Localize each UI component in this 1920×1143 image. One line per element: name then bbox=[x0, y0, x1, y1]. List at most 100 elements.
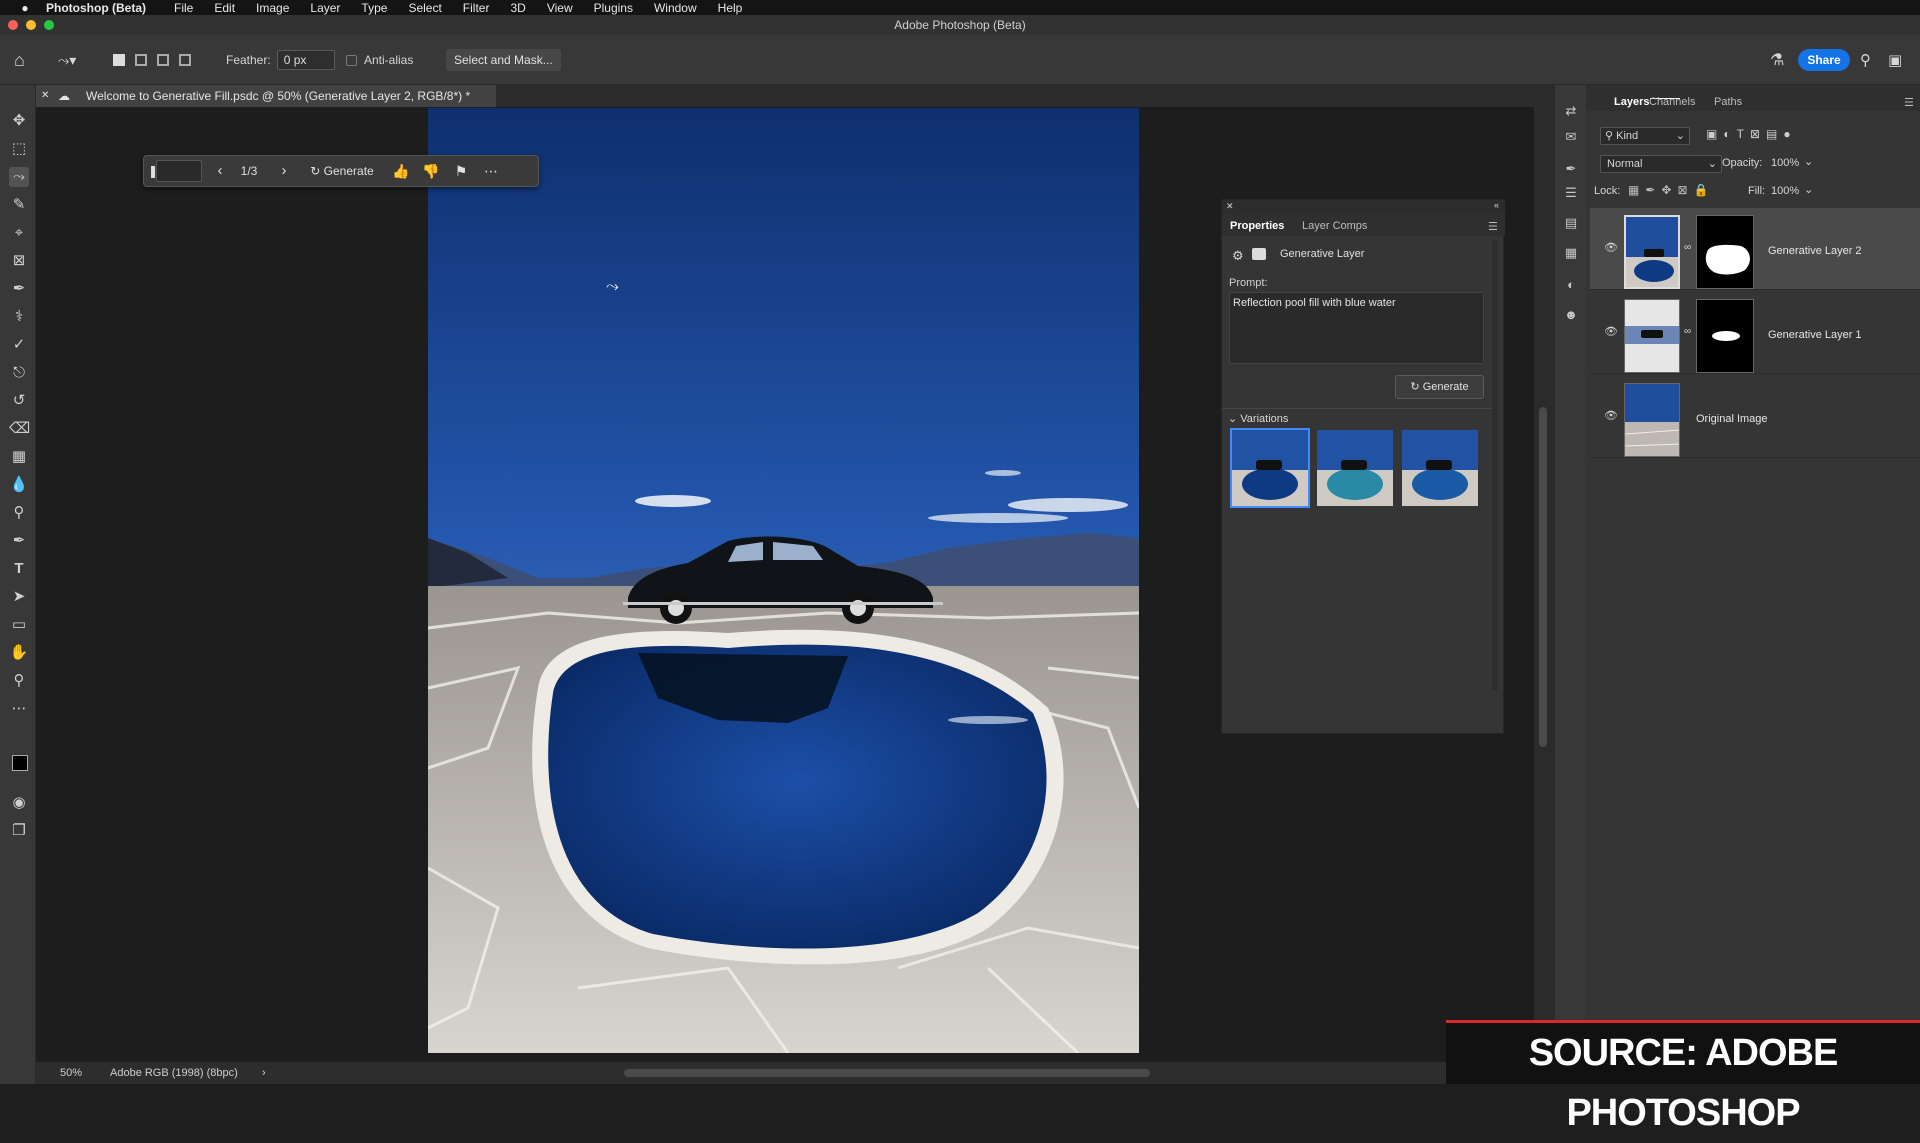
menu-filter[interactable]: Filter bbox=[463, 1, 490, 15]
history-brush-tool-icon[interactable]: ↺ bbox=[9, 391, 29, 411]
document-image[interactable] bbox=[428, 108, 1139, 1053]
workspace-icon[interactable]: ▣ bbox=[1888, 35, 1902, 85]
prompt-textarea[interactable]: Reflection pool fill with blue water bbox=[1229, 292, 1484, 364]
quick-selection-tool-icon[interactable]: ✎ bbox=[9, 195, 29, 215]
menu-view[interactable]: View bbox=[547, 1, 573, 15]
paragraph-panel-icon[interactable]: ▦ bbox=[1563, 245, 1579, 261]
variation-thumbnail-3[interactable] bbox=[1402, 430, 1478, 506]
lasso-tool-icon[interactable]: ⤳ bbox=[9, 167, 29, 187]
lock-transparent-icon[interactable]: ▦ bbox=[1628, 183, 1645, 197]
fill-chevron-icon[interactable]: ⌄ bbox=[1804, 183, 1813, 196]
layer-name[interactable]: Generative Layer 2 bbox=[1768, 245, 1862, 257]
variation-thumbnail-2[interactable] bbox=[1317, 430, 1393, 506]
clone-stamp-tool-icon[interactable]: ⎋ bbox=[9, 363, 29, 383]
lock-image-icon[interactable]: ✒ bbox=[1645, 183, 1661, 197]
rectangle-tool-icon[interactable]: ▭ bbox=[9, 615, 29, 635]
drag-handle-icon[interactable]: ❚ bbox=[148, 156, 158, 186]
intersect-selection-icon[interactable] bbox=[179, 54, 191, 66]
link-icon[interactable]: ∞ bbox=[1684, 326, 1691, 337]
color-panel-icon[interactable]: ◐ bbox=[1563, 277, 1579, 293]
panel-menu-icon[interactable]: ☰ bbox=[1488, 220, 1498, 233]
vertical-scroll-thumb[interactable] bbox=[1539, 407, 1547, 747]
link-icon[interactable]: ∞ bbox=[1684, 242, 1691, 253]
eraser-tool-icon[interactable]: ⌫ bbox=[9, 419, 30, 439]
menu-3d[interactable]: 3D bbox=[510, 1, 525, 15]
menu-image[interactable]: Image bbox=[256, 1, 289, 15]
history-panel-icon[interactable]: ⇄ bbox=[1563, 103, 1579, 119]
filter-adjustment-icon[interactable]: ◐ bbox=[1723, 127, 1736, 141]
healing-brush-tool-icon[interactable]: ⚕ bbox=[9, 307, 29, 327]
menu-type[interactable]: Type bbox=[361, 1, 387, 15]
adjustments-panel-icon[interactable]: ☰ bbox=[1563, 185, 1579, 201]
tab-paths[interactable]: Paths bbox=[1714, 96, 1742, 108]
type-tool-icon[interactable]: T bbox=[9, 559, 29, 579]
close-panel-icon[interactable]: ✕ bbox=[1226, 201, 1234, 212]
thumbs-up-icon[interactable]: 👍 bbox=[390, 156, 412, 186]
tab-channels-label[interactable]: Channels bbox=[1649, 96, 1695, 108]
blur-tool-icon[interactable]: 💧 bbox=[9, 475, 29, 495]
visibility-eye-icon[interactable]: 👁 bbox=[1604, 241, 1618, 254]
select-and-mask-button[interactable]: Select and Mask... bbox=[446, 49, 561, 71]
filter-kind-select[interactable]: ⚲ Kind ⌄ bbox=[1600, 127, 1690, 145]
libraries-panel-icon[interactable]: ▤ bbox=[1563, 215, 1579, 231]
layer-name[interactable]: Generative Layer 1 bbox=[1768, 329, 1862, 341]
color-profile[interactable]: Adobe RGB (1998) (8bpc) bbox=[110, 1062, 238, 1084]
tab-properties[interactable]: Properties bbox=[1230, 220, 1284, 232]
tab-layer-comps[interactable]: Layer Comps bbox=[1302, 220, 1367, 232]
menu-layer[interactable]: Layer bbox=[310, 1, 340, 15]
minimize-window-button[interactable] bbox=[26, 20, 36, 30]
opacity-chevron-icon[interactable]: ⌄ bbox=[1804, 155, 1813, 168]
lock-position-icon[interactable]: ✥ bbox=[1661, 183, 1677, 197]
close-tab-icon[interactable]: ✕ bbox=[41, 85, 49, 107]
filter-shape-icon[interactable]: ⊠ bbox=[1750, 127, 1766, 141]
collapse-panel-icon[interactable]: « bbox=[1494, 200, 1499, 210]
generate-button[interactable]: ↻ Generate bbox=[304, 156, 380, 186]
beta-flask-icon[interactable]: ⚗ bbox=[1770, 35, 1784, 85]
filter-toggle-icon[interactable]: ● bbox=[1783, 127, 1796, 141]
layer-row-original-image[interactable]: 👁 Original Image bbox=[1590, 376, 1920, 458]
layer-row-generative-layer-2[interactable]: 👁 ∞ Generative Layer 2 bbox=[1590, 208, 1920, 290]
zoom-window-button[interactable] bbox=[44, 20, 54, 30]
menu-edit[interactable]: Edit bbox=[214, 1, 235, 15]
menu-file[interactable]: File bbox=[174, 1, 193, 15]
horizontal-scroll-thumb[interactable] bbox=[624, 1069, 1150, 1077]
lock-artboard-icon[interactable]: ⊠ bbox=[1677, 183, 1693, 197]
variation-thumbnail-1[interactable] bbox=[1230, 428, 1310, 508]
path-selection-tool-icon[interactable]: ➤ bbox=[9, 587, 29, 607]
menu-help[interactable]: Help bbox=[718, 1, 743, 15]
add-selection-icon[interactable] bbox=[135, 54, 147, 66]
vertical-scrollbar[interactable] bbox=[1534, 107, 1554, 1062]
next-variation-icon[interactable]: › bbox=[274, 156, 294, 186]
menu-window[interactable]: Window bbox=[654, 1, 697, 15]
menu-plugins[interactable]: Plugins bbox=[594, 1, 633, 15]
hand-tool-icon[interactable]: ✋ bbox=[9, 643, 29, 663]
pen-tool-icon[interactable]: ✒ bbox=[9, 531, 29, 551]
previous-variation-icon[interactable]: ‹ bbox=[210, 156, 230, 186]
visibility-eye-icon[interactable]: 👁 bbox=[1604, 409, 1618, 422]
fill-value[interactable]: 100% bbox=[1771, 185, 1799, 197]
eyedropper-tool-icon[interactable]: ✒ bbox=[9, 279, 29, 299]
menu-app-name[interactable]: Photoshop (Beta) bbox=[46, 1, 146, 15]
dodge-tool-icon[interactable]: ⚲ bbox=[9, 503, 29, 523]
crop-tool-icon[interactable]: ⌖ bbox=[9, 223, 29, 243]
antialias-checkbox[interactable] bbox=[346, 54, 357, 66]
filter-smart-object-icon[interactable]: ▤ bbox=[1766, 127, 1783, 141]
close-window-button[interactable] bbox=[8, 20, 18, 30]
frame-tool-icon[interactable]: ⊠ bbox=[9, 251, 29, 271]
menu-select[interactable]: Select bbox=[408, 1, 441, 15]
layer-name[interactable]: Original Image bbox=[1696, 413, 1768, 425]
document-tab[interactable]: ✕ ☁ Welcome to Generative Fill.psdc @ 50… bbox=[36, 85, 496, 107]
quick-mask-icon[interactable]: ◉ bbox=[9, 793, 29, 813]
foreground-color-swatch[interactable] bbox=[12, 755, 28, 771]
learn-panel-icon[interactable]: ☻ bbox=[1563, 307, 1579, 323]
properties-generate-button[interactable]: ↻ Generate bbox=[1395, 375, 1484, 399]
comments-panel-icon[interactable]: ✉ bbox=[1563, 129, 1579, 145]
search-icon[interactable]: ⚲ bbox=[1860, 35, 1871, 85]
move-tool-icon[interactable]: ✥ bbox=[9, 111, 29, 131]
zoom-tool-icon[interactable]: ⚲ bbox=[9, 671, 29, 691]
apple-icon[interactable]: ● bbox=[18, 1, 32, 15]
zoom-level[interactable]: 50% bbox=[60, 1062, 82, 1084]
visibility-eye-icon[interactable]: 👁 bbox=[1604, 325, 1618, 338]
opacity-value[interactable]: 100% bbox=[1771, 157, 1799, 169]
blend-mode-select[interactable]: Normal ⌄ bbox=[1600, 155, 1722, 173]
